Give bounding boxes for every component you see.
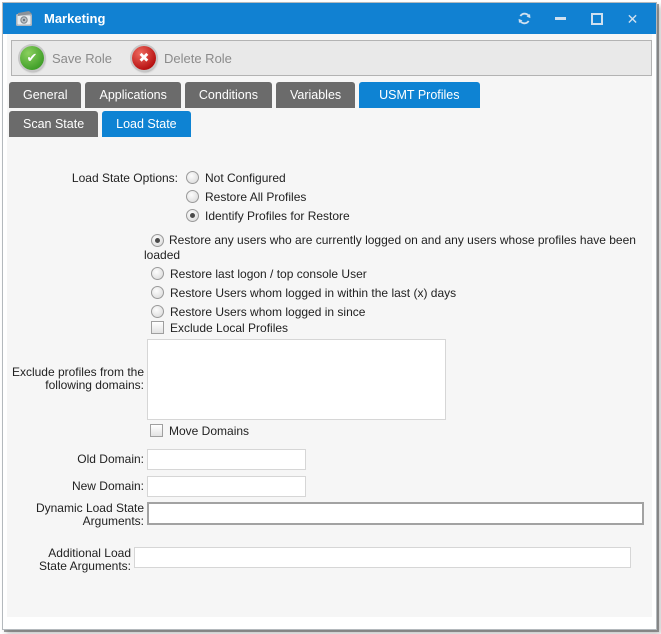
window-controls: ✕ [517,11,640,26]
radio-not-configured[interactable]: Not Configured [186,171,286,185]
tab-usmt-profiles[interactable]: USMT Profiles [359,82,479,108]
titlebar: Marketing ✕ [3,3,656,34]
additional-args-input[interactable] [134,547,631,568]
new-domain-label: New Domain: [44,476,144,497]
content-area: ✔ Save Role ✖ Delete Role General Applic… [7,34,652,617]
radio-restore-current-users[interactable]: Restore any users who are currently logg… [144,233,644,263]
delete-role-button[interactable]: ✖ Delete Role [132,46,232,70]
dynamic-args-label: Dynamic Load State Arguments: [32,502,144,528]
delete-role-label: Delete Role [164,51,232,66]
radio-icon [151,305,164,318]
save-role-label: Save Role [52,51,112,66]
radio-icon [186,190,199,203]
radio-icon [151,267,164,280]
save-role-button[interactable]: ✔ Save Role [20,46,112,70]
maximize-icon[interactable] [589,11,604,26]
radio-restore-last-logon[interactable]: Restore last logon / top console User [151,267,367,281]
tab-scan-state[interactable]: Scan State [9,111,98,137]
radio-restore-all-profiles[interactable]: Restore All Profiles [186,190,306,204]
sub-tabs: Scan State Load State [9,111,191,137]
exclude-local-profiles-checkbox[interactable]: Exclude Local Profiles [151,321,288,335]
toolbar: ✔ Save Role ✖ Delete Role [11,40,652,76]
radio-restore-logged-in-since[interactable]: Restore Users whom logged in since [151,305,365,319]
radio-restore-last-x-days[interactable]: Restore Users whom logged in within the … [151,286,456,300]
tab-general[interactable]: General [9,82,81,108]
radio-icon [186,171,199,184]
checkbox-icon [151,321,164,334]
close-icon[interactable]: ✕ [625,11,640,26]
save-check-icon: ✔ [20,46,44,70]
radio-identify-profiles[interactable]: Identify Profiles for Restore [186,209,350,223]
tab-variables[interactable]: Variables [276,82,355,108]
tab-applications[interactable]: Applications [85,82,180,108]
load-state-options-label: Load State Options: [48,172,178,185]
refresh-icon[interactable] [517,11,532,26]
exclude-domains-textarea[interactable] [147,339,446,420]
app-window: Marketing ✕ ✔ Save Role ✖ [2,2,657,630]
old-domain-label: Old Domain: [44,449,144,470]
tab-conditions[interactable]: Conditions [185,82,272,108]
exclude-domains-label: Exclude profiles from the following doma… [9,366,144,392]
minimize-icon[interactable] [553,11,568,26]
radio-icon [151,286,164,299]
old-domain-input[interactable] [147,449,306,470]
delete-x-icon: ✖ [132,46,156,70]
window-title: Marketing [44,11,105,26]
tab-load-state[interactable]: Load State [102,111,190,137]
new-domain-input[interactable] [147,476,306,497]
checkbox-icon [150,424,163,437]
app-icon [15,10,35,28]
dynamic-args-input[interactable] [147,502,644,525]
radio-selected-icon [186,209,199,222]
radio-selected-icon [151,234,164,247]
main-tabs: General Applications Conditions Variable… [9,82,480,108]
additional-args-label: Additional Load State Arguments: [19,547,131,573]
move-domains-checkbox[interactable]: Move Domains [150,424,249,438]
